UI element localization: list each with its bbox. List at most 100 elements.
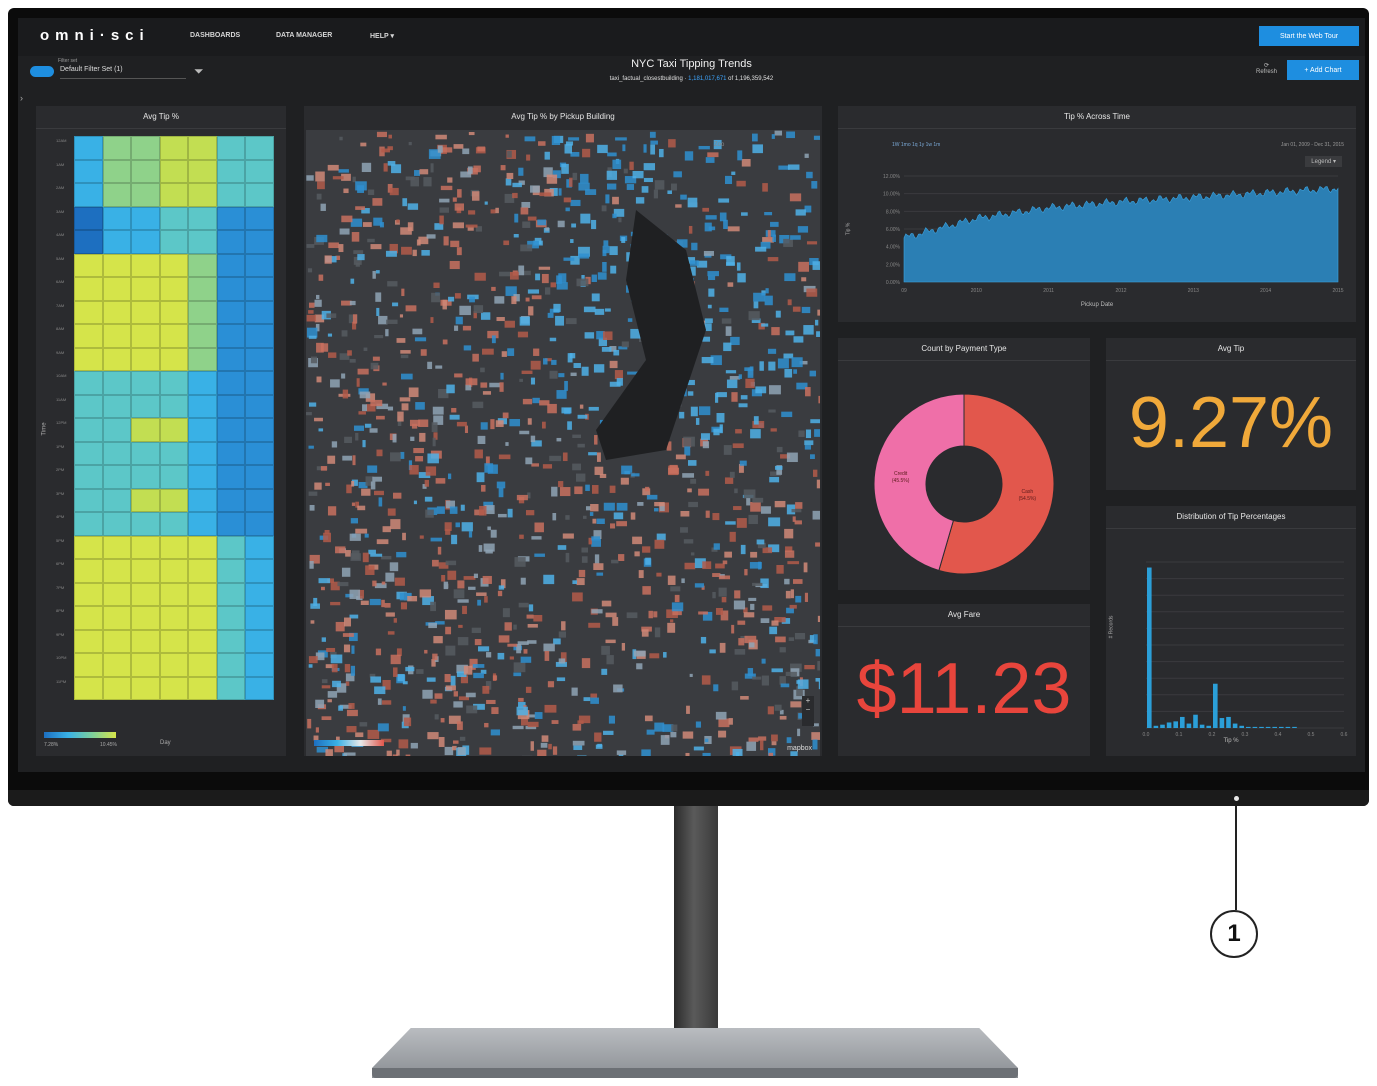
heatmap-cell[interactable] <box>131 512 160 536</box>
heatmap-cell[interactable] <box>188 206 217 230</box>
heatmap-cell[interactable] <box>245 676 274 700</box>
heatmap-cell[interactable] <box>216 324 246 348</box>
heatmap-cell[interactable] <box>216 136 246 160</box>
heatmap-cell[interactable] <box>131 606 160 630</box>
heatmap-cell[interactable] <box>216 394 246 418</box>
heatmap-cell[interactable] <box>188 629 217 653</box>
heatmap-cell[interactable] <box>74 394 103 418</box>
nav-dashboards[interactable]: DASHBOARDS <box>190 32 240 39</box>
heatmap-cell[interactable] <box>159 230 189 254</box>
heatmap-cell[interactable] <box>159 488 189 512</box>
heatmap-cell[interactable] <box>188 253 217 277</box>
heatmap-cell[interactable] <box>131 371 160 395</box>
heatmap-cell[interactable] <box>131 629 160 653</box>
heatmap-cell[interactable] <box>216 606 246 630</box>
heatmap-cell[interactable] <box>159 559 189 583</box>
nav-help[interactable]: HELP ▾ <box>370 32 394 40</box>
heatmap-cell[interactable] <box>74 324 103 348</box>
heatmap-cell[interactable] <box>159 629 189 653</box>
heatmap-cell[interactable] <box>159 441 189 465</box>
heatmap-cell[interactable] <box>102 394 132 418</box>
heatmap-cell[interactable] <box>74 253 103 277</box>
heatmap-cell[interactable] <box>245 512 274 536</box>
heatmap-cell[interactable] <box>102 582 132 606</box>
heatmap-cell[interactable] <box>245 418 274 442</box>
heatmap-cell[interactable] <box>131 465 160 489</box>
heatmap-cell[interactable] <box>216 159 246 183</box>
heatmap-cell[interactable] <box>74 277 103 301</box>
heatmap-cell[interactable] <box>216 582 246 606</box>
heatmap-cell[interactable] <box>188 277 217 301</box>
heatmap-cell[interactable] <box>188 230 217 254</box>
heatmap-cell[interactable] <box>159 676 189 700</box>
heatmap-cell[interactable] <box>74 418 103 442</box>
heatmap-cell[interactable] <box>188 418 217 442</box>
heatmap-cell[interactable] <box>131 159 160 183</box>
heatmap-cell[interactable] <box>245 582 274 606</box>
heatmap-cell[interactable] <box>188 441 217 465</box>
heatmap-cell[interactable] <box>159 418 189 442</box>
heatmap-cell[interactable] <box>131 183 160 207</box>
heatmap-cell[interactable] <box>159 465 189 489</box>
heatmap-cell[interactable] <box>131 441 160 465</box>
heatmap-cell[interactable] <box>216 653 246 677</box>
heatmap-cell[interactable] <box>159 206 189 230</box>
heatmap-cell[interactable] <box>131 582 160 606</box>
heatmap-cell[interactable] <box>74 582 103 606</box>
heatmap-cell[interactable] <box>188 324 217 348</box>
heatmap-cell[interactable] <box>131 418 160 442</box>
heatmap-cell[interactable] <box>102 277 132 301</box>
heatmap-cell[interactable] <box>131 347 160 371</box>
heatmap-cell[interactable] <box>131 206 160 230</box>
heatmap-cell[interactable] <box>159 183 189 207</box>
heatmap-cell[interactable] <box>159 347 189 371</box>
heatmap-cell[interactable] <box>131 277 160 301</box>
heatmap-cell[interactable] <box>74 512 103 536</box>
heatmap-cell[interactable] <box>159 371 189 395</box>
heatmap-cell[interactable] <box>216 465 246 489</box>
heatmap-cell[interactable] <box>216 488 246 512</box>
heatmap-cell[interactable] <box>74 441 103 465</box>
heatmap-cell[interactable] <box>245 230 274 254</box>
heatmap-cell[interactable] <box>74 676 103 700</box>
heatmap-cell[interactable] <box>74 606 103 630</box>
heatmap-cell[interactable] <box>216 676 246 700</box>
heatmap-cell[interactable] <box>102 465 132 489</box>
heatmap-cell[interactable] <box>131 653 160 677</box>
heatmap-cell[interactable] <box>131 676 160 700</box>
heatmap-cell[interactable] <box>102 300 132 324</box>
heatmap-cell[interactable] <box>131 230 160 254</box>
heatmap-cell[interactable] <box>159 136 189 160</box>
heatmap-cell[interactable] <box>216 206 246 230</box>
building-map[interactable]: Zoo + − mapbox <box>306 130 820 756</box>
heatmap-cell[interactable] <box>216 300 246 324</box>
heatmap-cell[interactable] <box>159 159 189 183</box>
heatmap-cell[interactable] <box>245 559 274 583</box>
heatmap-cell[interactable] <box>245 371 274 395</box>
heatmap-cell[interactable] <box>216 418 246 442</box>
heatmap-cell[interactable] <box>159 653 189 677</box>
heatmap-cell[interactable] <box>188 488 217 512</box>
heatmap-cell[interactable] <box>131 488 160 512</box>
heatmap-cell[interactable] <box>245 159 274 183</box>
heatmap-cell[interactable] <box>102 676 132 700</box>
heatmap-cell[interactable] <box>159 582 189 606</box>
heatmap-cell[interactable] <box>245 277 274 301</box>
heatmap-cell[interactable] <box>245 606 274 630</box>
map-zoom-control[interactable]: + − <box>802 696 814 726</box>
heatmap-cell[interactable] <box>159 394 189 418</box>
heatmap-cell[interactable] <box>188 653 217 677</box>
heatmap-cell[interactable] <box>188 535 217 559</box>
heatmap-cell[interactable] <box>188 183 217 207</box>
heatmap-cell[interactable] <box>245 206 274 230</box>
heatmap-cell[interactable] <box>74 488 103 512</box>
heatmap-cell[interactable] <box>216 441 246 465</box>
heatmap-cell[interactable] <box>102 488 132 512</box>
nav-data-manager[interactable]: DATA MANAGER <box>276 32 332 39</box>
heatmap-cell[interactable] <box>131 136 160 160</box>
heatmap-cell[interactable] <box>74 159 103 183</box>
heatmap-cell[interactable] <box>245 136 274 160</box>
heatmap-cell[interactable] <box>245 441 274 465</box>
heatmap-cell[interactable] <box>102 230 132 254</box>
add-chart-button[interactable]: + Add Chart <box>1287 60 1359 80</box>
